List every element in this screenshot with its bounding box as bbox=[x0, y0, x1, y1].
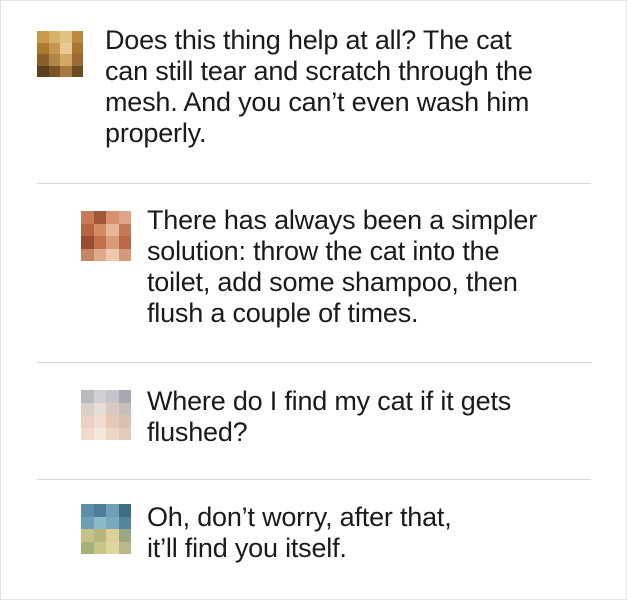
reply-text: Where do I find my cat if it gets flushe… bbox=[147, 386, 512, 447]
avatar-pixel bbox=[60, 54, 72, 66]
avatar-pixel bbox=[81, 402, 94, 415]
avatar-pixel bbox=[81, 516, 94, 529]
avatar-pixel bbox=[118, 427, 131, 440]
avatar-pixel bbox=[106, 541, 119, 554]
avatar-pixel bbox=[118, 236, 131, 249]
avatar-pixel bbox=[93, 504, 106, 517]
avatar-pixel bbox=[118, 248, 131, 261]
avatar-pixel bbox=[93, 541, 106, 554]
avatar-pixel bbox=[118, 541, 131, 554]
avatar-pixel bbox=[93, 248, 106, 261]
avatar-pixel bbox=[106, 236, 119, 249]
avatar-pixel bbox=[93, 390, 106, 403]
avatar-pixel bbox=[118, 211, 131, 224]
avatar-pixel bbox=[37, 65, 49, 77]
avatar-pixel bbox=[81, 390, 94, 403]
avatar-pixel bbox=[118, 223, 131, 236]
reply: There has always been a simpler solution… bbox=[81, 205, 617, 329]
avatar-pixel bbox=[81, 248, 94, 261]
avatar-pixel bbox=[106, 427, 119, 440]
avatar-pixel bbox=[106, 211, 119, 224]
avatar-pixel bbox=[118, 415, 131, 428]
avatar-pixel bbox=[71, 65, 83, 77]
avatar-pixel bbox=[118, 504, 131, 517]
avatar-pixel bbox=[106, 390, 119, 403]
avatar-pixel bbox=[48, 31, 60, 43]
avatar-pixel bbox=[81, 236, 94, 249]
avatar-pixel bbox=[93, 211, 106, 224]
avatar-pixel bbox=[81, 504, 94, 517]
avatar-pixel bbox=[81, 223, 94, 236]
pixelated-avatar-icon[interactable] bbox=[81, 211, 131, 261]
comment-thread: Does this thing help at all? The cat can… bbox=[0, 0, 627, 600]
avatar-pixel bbox=[93, 402, 106, 415]
avatar-pixel bbox=[106, 402, 119, 415]
avatar-pixel bbox=[93, 415, 106, 428]
avatar-pixel bbox=[48, 54, 60, 66]
avatar-pixel bbox=[118, 390, 131, 403]
pixelated-avatar-icon[interactable] bbox=[37, 31, 83, 77]
avatar-pixel bbox=[81, 427, 94, 440]
reply-text: Oh, don’t worry, after that, it’ll find … bbox=[147, 502, 452, 563]
divider bbox=[37, 183, 591, 184]
avatar-pixel bbox=[93, 223, 106, 236]
avatar-pixel bbox=[37, 31, 49, 43]
avatar-pixel bbox=[81, 211, 94, 224]
avatar-pixel bbox=[71, 31, 83, 43]
reply: Where do I find my cat if it gets flushe… bbox=[81, 386, 617, 448]
pixelated-avatar-icon[interactable] bbox=[81, 504, 131, 554]
avatar-pixel bbox=[118, 529, 131, 542]
reply: Oh, don’t worry, after that, it’ll find … bbox=[81, 502, 617, 564]
avatar-pixel bbox=[106, 415, 119, 428]
reply-text: There has always been a simpler solution… bbox=[147, 205, 537, 328]
avatar-pixel bbox=[93, 516, 106, 529]
comment-text: Does this thing help at all? The cat can… bbox=[105, 25, 533, 148]
avatar-pixel bbox=[93, 529, 106, 542]
avatar-pixel bbox=[118, 402, 131, 415]
divider bbox=[37, 479, 591, 480]
avatar-pixel bbox=[71, 42, 83, 54]
pixelated-avatar-icon[interactable] bbox=[81, 390, 131, 440]
avatar-pixel bbox=[60, 65, 72, 77]
avatar-pixel bbox=[93, 427, 106, 440]
avatar-pixel bbox=[81, 541, 94, 554]
avatar-pixel bbox=[37, 54, 49, 66]
avatar-pixel bbox=[60, 31, 72, 43]
avatar-pixel bbox=[48, 65, 60, 77]
avatar-pixel bbox=[106, 529, 119, 542]
avatar-pixel bbox=[106, 516, 119, 529]
avatar-pixel bbox=[48, 42, 60, 54]
avatar-pixel bbox=[106, 223, 119, 236]
divider bbox=[37, 362, 591, 363]
avatar-pixel bbox=[106, 248, 119, 261]
avatar-pixel bbox=[71, 54, 83, 66]
avatar-pixel bbox=[93, 236, 106, 249]
avatar-pixel bbox=[118, 516, 131, 529]
avatar-pixel bbox=[106, 504, 119, 517]
avatar-pixel bbox=[81, 415, 94, 428]
avatar-pixel bbox=[81, 529, 94, 542]
avatar-pixel bbox=[60, 42, 72, 54]
avatar-pixel bbox=[37, 42, 49, 54]
comment: Does this thing help at all? The cat can… bbox=[37, 25, 625, 149]
